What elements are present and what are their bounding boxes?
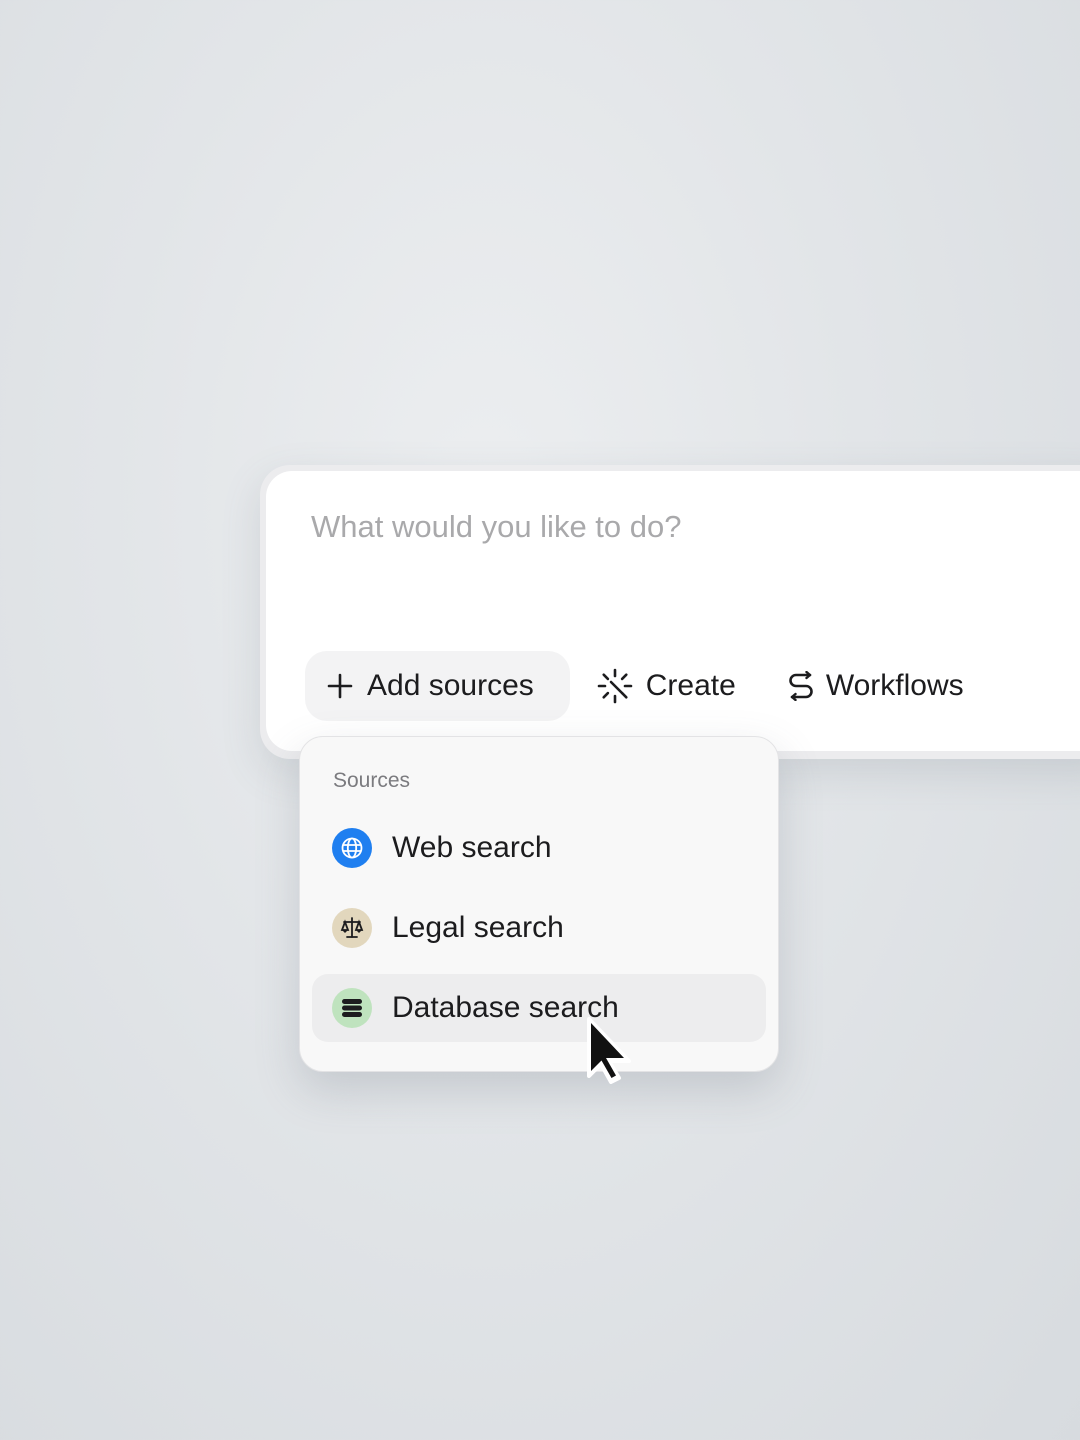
add-sources-button[interactable]: Add sources xyxy=(305,651,570,721)
globe-icon xyxy=(332,828,372,868)
prompt-input[interactable] xyxy=(311,509,1011,545)
plus-icon xyxy=(327,673,353,699)
sparkle-icon xyxy=(596,667,634,705)
workflows-button[interactable]: Workflows xyxy=(788,651,964,721)
prompt-card: Add sources xyxy=(260,465,1080,759)
workflows-label: Workflows xyxy=(825,669,964,702)
create-button[interactable]: Create xyxy=(596,651,742,721)
menu-item-database-search[interactable]: Database search xyxy=(312,974,766,1042)
prompt-card-inner: Add sources xyxy=(266,471,1080,751)
menu-item-web-search[interactable]: Web search xyxy=(312,814,766,882)
prompt-toolbar: Add sources Create Workflows xyxy=(305,651,964,721)
add-sources-label: Add sources xyxy=(367,669,534,702)
menu-item-label: Web search xyxy=(392,831,552,864)
workflows-icon xyxy=(788,671,814,701)
menu-item-legal-search[interactable]: Legal search xyxy=(312,894,766,962)
database-icon xyxy=(332,988,372,1028)
sources-header: Sources xyxy=(333,769,411,792)
sources-dropdown: Sources Web search Legal search Database… xyxy=(299,736,779,1072)
menu-item-label: Database search xyxy=(392,991,619,1024)
scales-icon xyxy=(332,908,372,948)
create-label: Create xyxy=(645,669,736,702)
menu-item-label: Legal search xyxy=(392,911,564,944)
